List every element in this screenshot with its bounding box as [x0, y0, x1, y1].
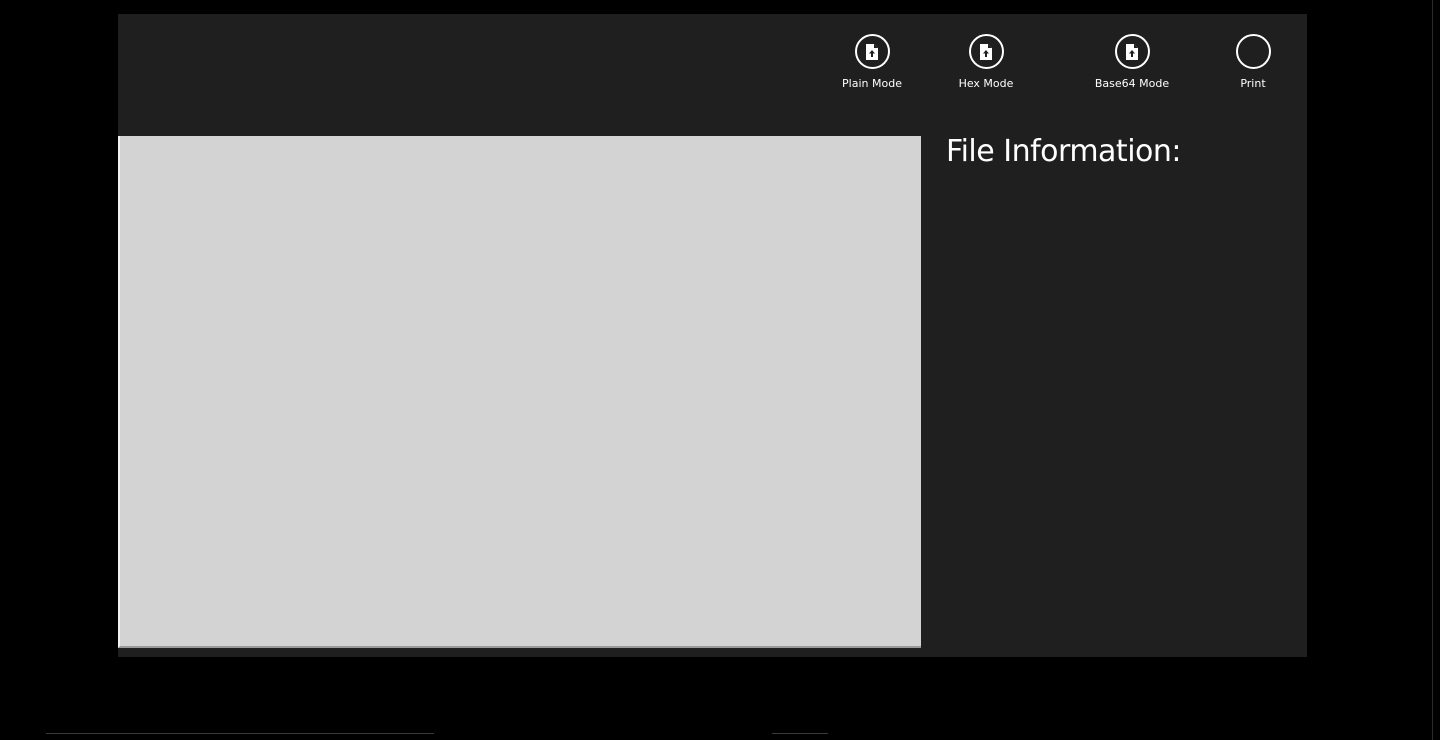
hex-mode-label: Hex Mode: [958, 77, 1014, 90]
content-viewer[interactable]: [118, 136, 921, 648]
command-bar: Plain Mode Hex Mode Base64 Mode Print: [118, 14, 1307, 124]
file-upload-icon: [866, 43, 878, 60]
screen: Plain Mode Hex Mode Base64 Mode Print Fi…: [0, 0, 1440, 740]
print-button[interactable]: Print: [1203, 34, 1303, 91]
base64-mode-label: Base64 Mode: [1094, 77, 1170, 90]
plain-mode-label: Plain Mode: [842, 77, 902, 90]
screen-edge: [1432, 0, 1433, 740]
plain-mode-button[interactable]: Plain Mode: [822, 34, 922, 91]
hex-mode-button[interactable]: Hex Mode: [936, 34, 1036, 91]
base64-mode-icon-circle: [1114, 34, 1150, 69]
plain-mode-icon-circle: [854, 34, 890, 69]
taskbar-divider-left: [46, 733, 434, 734]
file-upload-icon: [1126, 43, 1138, 60]
file-info-panel: File Information:: [946, 132, 1286, 172]
print-label: Print: [1240, 77, 1266, 90]
hex-mode-icon-circle: [968, 34, 1004, 69]
blank-circle-icon: [1235, 34, 1271, 69]
file-info-title: File Information:: [946, 134, 1182, 169]
app-window: Plain Mode Hex Mode Base64 Mode Print Fi…: [118, 14, 1307, 657]
taskbar-divider-right: [772, 733, 828, 734]
base64-mode-button[interactable]: Base64 Mode: [1082, 34, 1182, 91]
file-upload-icon: [980, 43, 992, 60]
